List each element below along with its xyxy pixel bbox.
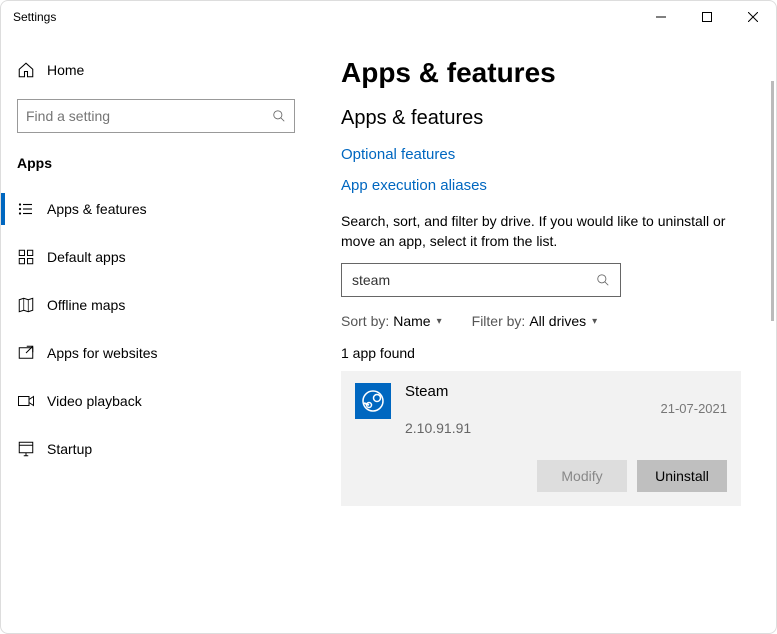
sort-value: Name — [393, 313, 430, 329]
sidebar-item-apps-features[interactable]: Apps & features — [1, 185, 311, 233]
list-icon — [17, 200, 41, 218]
sidebar-item-label: Apps for websites — [47, 345, 158, 361]
sort-label: Sort by: — [341, 313, 389, 329]
video-icon — [17, 392, 41, 410]
scrollbar[interactable] — [771, 81, 774, 321]
sidebar-item-default-apps[interactable]: Default apps — [1, 233, 311, 281]
app-name: Steam — [405, 383, 661, 400]
search-icon — [272, 109, 286, 123]
app-aliases-link[interactable]: App execution aliases — [341, 177, 748, 194]
filters-row: Sort by: Name ▾ Filter by: All drives ▾ — [341, 313, 748, 329]
sidebar-item-label: Startup — [47, 441, 92, 457]
chevron-down-icon: ▾ — [437, 316, 442, 327]
close-icon — [748, 12, 758, 22]
sidebar-item-label: Video playback — [47, 393, 142, 409]
title-bar: Settings — [1, 1, 776, 33]
maximize-button[interactable] — [684, 1, 730, 33]
optional-features-link[interactable]: Optional features — [341, 146, 748, 163]
settings-search[interactable] — [17, 99, 295, 133]
sidebar-item-label: Default apps — [47, 249, 126, 265]
minimize-icon — [656, 12, 666, 22]
sidebar-item-apps-websites[interactable]: Apps for websites — [1, 329, 311, 377]
app-search-input[interactable] — [352, 272, 596, 288]
filter-by[interactable]: Filter by: All drives ▾ — [472, 313, 598, 329]
grid-icon — [17, 248, 41, 266]
close-button[interactable] — [730, 1, 776, 33]
home-nav[interactable]: Home — [1, 53, 311, 93]
home-icon — [17, 61, 41, 79]
map-icon — [17, 296, 41, 314]
steam-icon — [355, 383, 391, 419]
uninstall-button[interactable]: Uninstall — [637, 460, 727, 492]
app-item[interactable]: Steam 2.10.91.91 21-07-2021 Modify Unins… — [341, 371, 741, 506]
startup-icon — [17, 440, 41, 458]
main-pane: Apps & features Apps & features Optional… — [311, 33, 776, 633]
modify-button: Modify — [537, 460, 627, 492]
sidebar-item-label: Apps & features — [47, 201, 147, 217]
sidebar-item-label: Offline maps — [47, 297, 125, 313]
app-version: 2.10.91.91 — [405, 420, 661, 436]
minimize-button[interactable] — [638, 1, 684, 33]
maximize-icon — [702, 12, 712, 22]
section-subtitle: Apps & features — [341, 107, 748, 130]
app-search[interactable] — [341, 263, 621, 297]
window-title: Settings — [13, 10, 56, 24]
open-icon — [17, 344, 41, 362]
sidebar-item-offline-maps[interactable]: Offline maps — [1, 281, 311, 329]
sidebar: Home Apps Apps & features Default apps O… — [1, 33, 311, 633]
filter-label: Filter by: — [472, 313, 526, 329]
sidebar-item-startup[interactable]: Startup — [1, 425, 311, 473]
filter-value: All drives — [529, 313, 586, 329]
app-date: 21-07-2021 — [661, 401, 728, 416]
search-icon — [596, 273, 610, 287]
page-title: Apps & features — [341, 57, 748, 89]
section-description: Search, sort, and filter by drive. If yo… — [341, 212, 741, 251]
sidebar-item-video-playback[interactable]: Video playback — [1, 377, 311, 425]
chevron-down-icon: ▾ — [592, 316, 597, 327]
sidebar-section: Apps — [1, 149, 311, 185]
window-controls — [638, 1, 776, 33]
sort-by[interactable]: Sort by: Name ▾ — [341, 313, 442, 329]
results-count: 1 app found — [341, 345, 748, 361]
home-label: Home — [47, 62, 84, 78]
settings-search-input[interactable] — [26, 108, 272, 124]
